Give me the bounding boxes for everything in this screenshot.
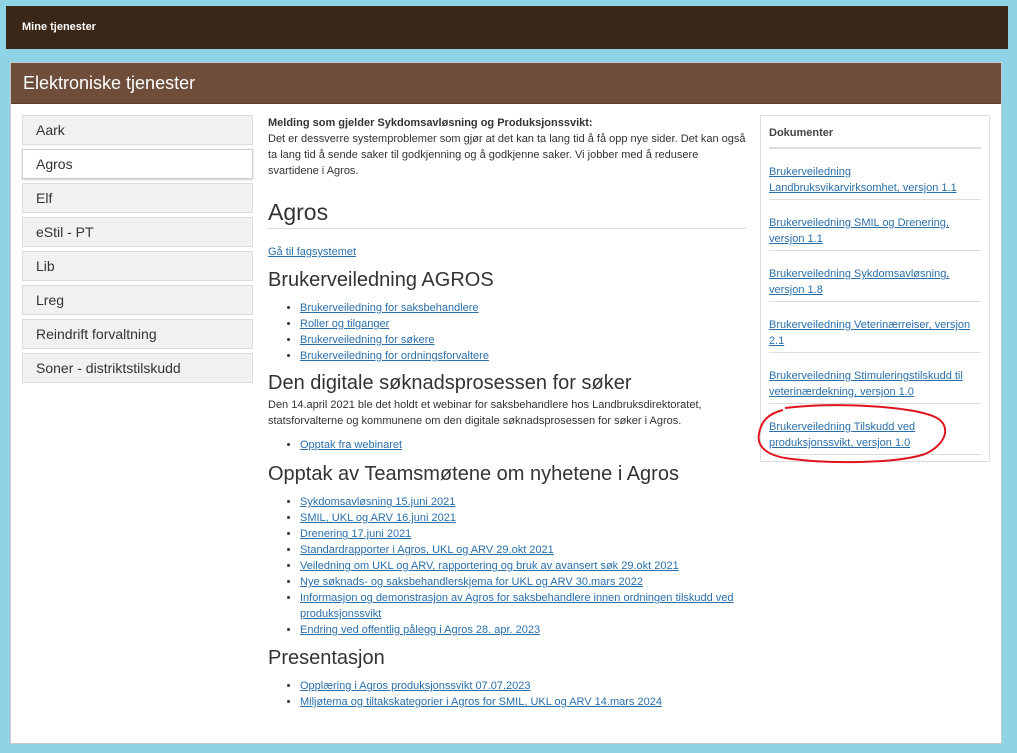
documents-sidebar: Dokumenter Brukerveiledning Landbruksvik… [760,115,990,462]
recording-link[interactable]: Informasjon og demonstrasjon av Agros fo… [300,592,734,620]
panel-title: Elektroniske tjenester [23,73,196,93]
recording-link[interactable]: Sykdomsavløsning 15.juni 2021 [300,496,455,508]
webinar-link[interactable]: Opptak fra webinaret [300,439,402,451]
guide-link[interactable]: Brukerveiledning for saksbehandlere [300,302,479,314]
document-item: Brukerveiledning Tilskudd ved produksjon… [769,404,981,455]
nav-item-aark[interactable]: Aark [22,115,253,145]
presentation-link[interactable]: Opplæring i Agros produksjonssvikt 07.07… [300,680,531,692]
list-item: Sykdomsavløsning 15.juni 2021 [300,494,746,510]
list-item: SMIL, UKL og ARV 16.juni 2021 [300,510,746,526]
recording-link[interactable]: Drenering 17.juni 2021 [300,528,411,540]
services-panel: Elektroniske tjenester Aark Agros Elf eS… [10,62,1002,744]
section-heading-brukerveiledning: Brukerveiledning AGROS [268,269,494,291]
list-item: Roller og tilganger [300,316,746,332]
page-title: Agros [268,198,746,229]
main-content: Melding som gjelder Sykdomsavløsning og … [268,115,746,710]
section-heading-digital-soknad: Den digitale søknadsprosessen for søker [268,372,632,394]
nav-item-lib[interactable]: Lib [22,251,253,281]
list-item: Standardrapporter i Agros, UKL og ARV 29… [300,542,746,558]
webinar-list: Opptak fra webinaret [268,437,746,453]
document-link[interactable]: Brukerveiledning Sykdomsavløsning, versj… [769,268,949,296]
list-item: Miljøtema og tiltakskategorier i Agros f… [300,694,746,710]
list-item: Informasjon og demonstrasjon av Agros fo… [300,590,746,622]
fagsystem-link[interactable]: Gå til fagsystemet [268,246,356,258]
recording-link[interactable]: Nye søknads- og saksbehandlerskjema for … [300,576,643,588]
guide-link[interactable]: Brukerveiledning for ordningsforvaltere [300,350,489,362]
document-item: Brukerveiledning Veterinærreiser, versjo… [769,302,981,353]
list-item: Opptak fra webinaret [300,437,746,453]
recording-link[interactable]: Endring ved offentlig pålegg i Agros 28.… [300,624,540,636]
presentation-link[interactable]: Miljøtema og tiltakskategorier i Agros f… [300,696,662,708]
document-link[interactable]: Brukerveiledning Tilskudd ved produksjon… [769,421,915,449]
recording-link[interactable]: SMIL, UKL og ARV 16.juni 2021 [300,512,456,524]
guide-link[interactable]: Roller og tilganger [300,318,389,330]
recording-link[interactable]: Veiledning om UKL og ARV, rapportering o… [300,560,679,572]
notice-body: Det er dessverre systemproblemer som gjø… [268,133,746,177]
list-item: Brukerveiledning for søkere [300,332,746,348]
list-item: Brukerveiledning for saksbehandlere [300,300,746,316]
notice-heading: Melding som gjelder Sykdomsavløsning og … [268,117,593,129]
nav-item-agros[interactable]: Agros [22,149,253,179]
document-link[interactable]: Brukerveiledning Stimuleringstilskudd ti… [769,370,963,398]
document-link[interactable]: Brukerveiledning SMIL og Drenering, vers… [769,217,949,245]
list-item: Drenering 17.juni 2021 [300,526,746,542]
document-item: Brukerveiledning Sykdomsavløsning, versj… [769,251,981,302]
brukerveiledning-list: Brukerveiledning for saksbehandlere Roll… [268,300,746,364]
list-item: Opplæring i Agros produksjonssvikt 07.07… [300,678,746,694]
guide-link[interactable]: Brukerveiledning for søkere [300,334,435,346]
list-item: Endring ved offentlig pålegg i Agros 28.… [300,622,746,638]
mine-tjenester-link[interactable]: Mine tjenester [22,21,96,33]
document-link[interactable]: Brukerveiledning Veterinærreiser, versjo… [769,319,970,347]
presentasjon-list: Opplæring i Agros produksjonssvikt 07.07… [268,678,746,710]
document-link[interactable]: Brukerveiledning Landbruksvikarvirksomhe… [769,166,957,194]
opptak-list: Sykdomsavløsning 15.juni 2021 SMIL, UKL … [268,494,746,638]
system-notice: Melding som gjelder Sykdomsavløsning og … [268,115,746,179]
list-item: Brukerveiledning for ordningsforvaltere [300,348,746,364]
webinar-description: Den 14.april 2021 ble det holdt et webin… [268,399,702,427]
documents-title: Dokumenter [769,116,981,149]
nav-item-estil-pt[interactable]: eStil - PT [22,217,253,247]
list-item: Nye søknads- og saksbehandlerskjema for … [300,574,746,590]
document-item: Brukerveiledning SMIL og Drenering, vers… [769,200,981,251]
top-bar: Mine tjenester [6,6,1008,49]
document-item: Brukerveiledning Landbruksvikarvirksomhe… [769,149,981,200]
nav-item-elf[interactable]: Elf [22,183,253,213]
section-heading-presentasjon: Presentasjon [268,647,385,669]
nav-item-reindrift-forvaltning[interactable]: Reindrift forvaltning [22,319,253,349]
nav-item-lreg[interactable]: Lreg [22,285,253,315]
section-heading-opptak: Opptak av Teamsmøtene om nyhetene i Agro… [268,463,679,485]
document-item: Brukerveiledning Stimuleringstilskudd ti… [769,353,981,404]
list-item: Veiledning om UKL og ARV, rapportering o… [300,558,746,574]
service-nav: Aark Agros Elf eStil - PT Lib Lreg Reind… [22,115,253,387]
recording-link[interactable]: Standardrapporter i Agros, UKL og ARV 29… [300,544,554,556]
nav-item-soner-distriktstilskudd[interactable]: Soner - distriktstilskudd [22,353,253,383]
panel-header: Elektroniske tjenester [11,63,1001,104]
